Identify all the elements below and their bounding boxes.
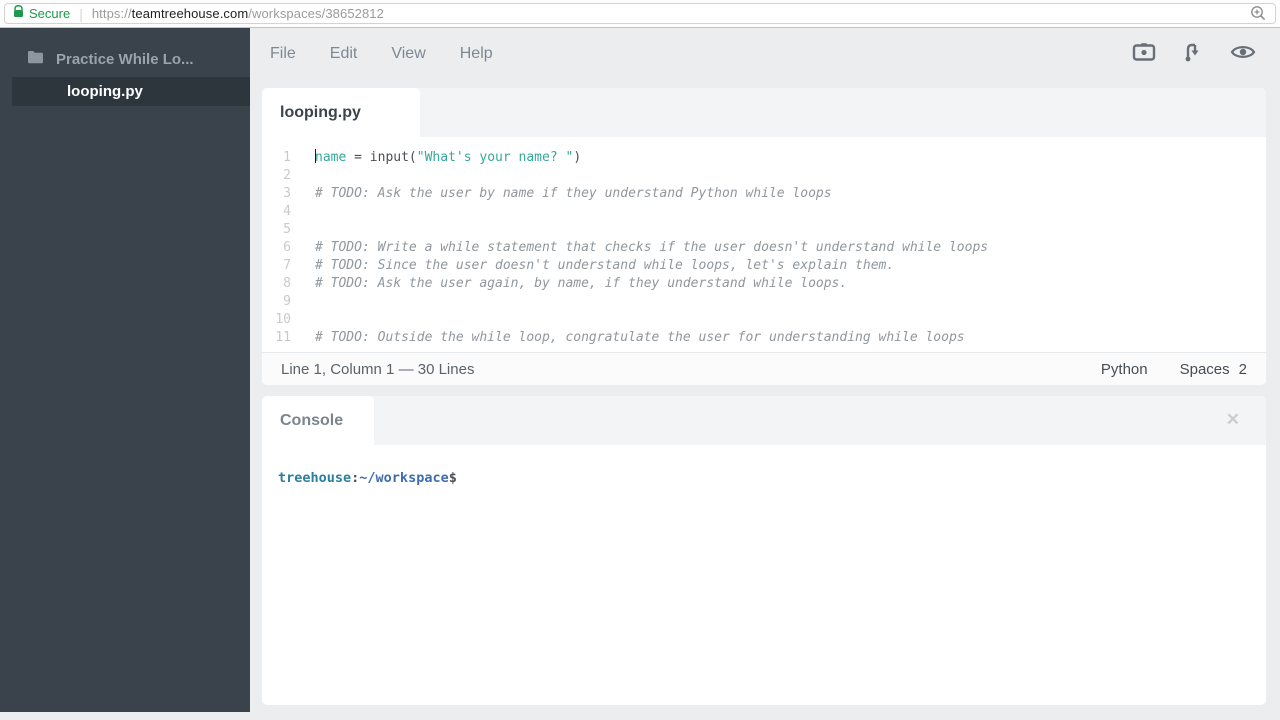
code-line: 4 bbox=[262, 203, 1266, 221]
tab-looping-py[interactable]: looping.py bbox=[262, 88, 420, 137]
tab-console[interactable]: Console bbox=[262, 396, 374, 445]
lock-icon bbox=[13, 4, 24, 23]
project-name: Practice While Lo... bbox=[56, 50, 194, 68]
code-line: 5 bbox=[262, 221, 1266, 239]
url-text: https://teamtreehouse.com/workspaces/386… bbox=[92, 6, 384, 21]
code-line: 2 bbox=[262, 167, 1266, 185]
fork-icon[interactable] bbox=[1183, 40, 1203, 64]
sidebar-file-looping-py[interactable]: looping.py bbox=[12, 77, 250, 106]
indent-label: Spaces bbox=[1179, 360, 1230, 378]
url-domain: teamtreehouse.com bbox=[131, 6, 249, 21]
line-number: 1 bbox=[283, 150, 291, 165]
line-number: 10 bbox=[275, 312, 291, 327]
url-path: /workspaces/38652812 bbox=[248, 6, 384, 21]
code-line: 7 # TODO: Since the user doesn't understa… bbox=[262, 257, 1266, 275]
code-editor[interactable]: 1 name = input("What's your name? ") 2 3 # T… bbox=[262, 137, 1266, 352]
cursor-position-status: Line 1, Column 1 — 30 Lines bbox=[281, 360, 475, 378]
menu-file[interactable]: File bbox=[270, 45, 296, 63]
code-line: 6 # TODO: Write a while statement that ch… bbox=[262, 239, 1266, 257]
line-number: 4 bbox=[283, 204, 291, 219]
menu-view[interactable]: View bbox=[391, 45, 425, 63]
editor-tab-bar: looping.py bbox=[262, 88, 1266, 137]
terminal-output[interactable]: treehouse:~/workspace$ bbox=[262, 445, 1266, 487]
address-bar[interactable]: Secure | https://teamtreehouse.com/works… bbox=[4, 3, 1276, 24]
close-console-icon[interactable]: ✕ bbox=[1226, 409, 1240, 431]
url-scheme: https:// bbox=[91, 6, 132, 21]
address-separator: | bbox=[79, 5, 83, 22]
file-name: looping.py bbox=[67, 83, 143, 100]
file-tree-sidebar: Practice While Lo... looping.py bbox=[0, 28, 250, 712]
line-number: 5 bbox=[283, 222, 291, 237]
project-folder[interactable]: Practice While Lo... bbox=[0, 44, 250, 74]
code-line: 1 name = input("What's your name? ") bbox=[262, 149, 1266, 167]
line-number: 9 bbox=[283, 294, 291, 309]
language-selector[interactable]: Python bbox=[1101, 361, 1148, 378]
line-number: 6 bbox=[283, 240, 291, 255]
line-number: 8 bbox=[283, 276, 291, 291]
code-line: 3 # TODO: Ask the user by name if they un… bbox=[262, 185, 1266, 203]
eye-icon[interactable] bbox=[1230, 42, 1256, 62]
code-line: 11 # TODO: Outside the while loop, congra… bbox=[262, 329, 1266, 347]
editor-panel: looping.py 1 name = input("What's your na… bbox=[262, 88, 1266, 385]
terminal-prompt: treehouse:~/workspace$ bbox=[278, 470, 457, 486]
line-number: 7 bbox=[283, 258, 291, 273]
console-panel: Console ✕ treehouse:~/workspace$ bbox=[262, 396, 1266, 705]
page-zoom-icon[interactable] bbox=[1250, 5, 1267, 22]
camera-icon[interactable] bbox=[1132, 41, 1156, 63]
menu-help[interactable]: Help bbox=[460, 45, 493, 63]
code-line: 10 bbox=[262, 311, 1266, 329]
editor-status-bar: Line 1, Column 1 — 30 Lines Python Space… bbox=[262, 352, 1266, 385]
menu-edit[interactable]: Edit bbox=[330, 45, 358, 63]
line-number: 11 bbox=[275, 330, 291, 345]
console-tab-label: Console bbox=[280, 411, 344, 429]
workspace-menu-bar: File Edit View Help bbox=[270, 40, 493, 68]
code-line: 9 bbox=[262, 293, 1266, 311]
code-line: 8 # TODO: Ask the user again, by name, if… bbox=[262, 275, 1266, 293]
folder-icon bbox=[27, 50, 44, 68]
indent-value: 2 bbox=[1238, 360, 1247, 378]
console-tab-bar: Console ✕ bbox=[262, 396, 1266, 445]
indent-selector[interactable]: Spaces 2 bbox=[1180, 361, 1247, 378]
line-number: 2 bbox=[283, 168, 291, 183]
workspace-toolbar bbox=[1132, 40, 1256, 64]
browser-bar: Secure | https://teamtreehouse.com/works… bbox=[0, 0, 1280, 28]
security-label: Secure bbox=[29, 6, 71, 21]
editor-tab-label: looping.py bbox=[280, 103, 361, 121]
line-number: 3 bbox=[283, 186, 291, 201]
